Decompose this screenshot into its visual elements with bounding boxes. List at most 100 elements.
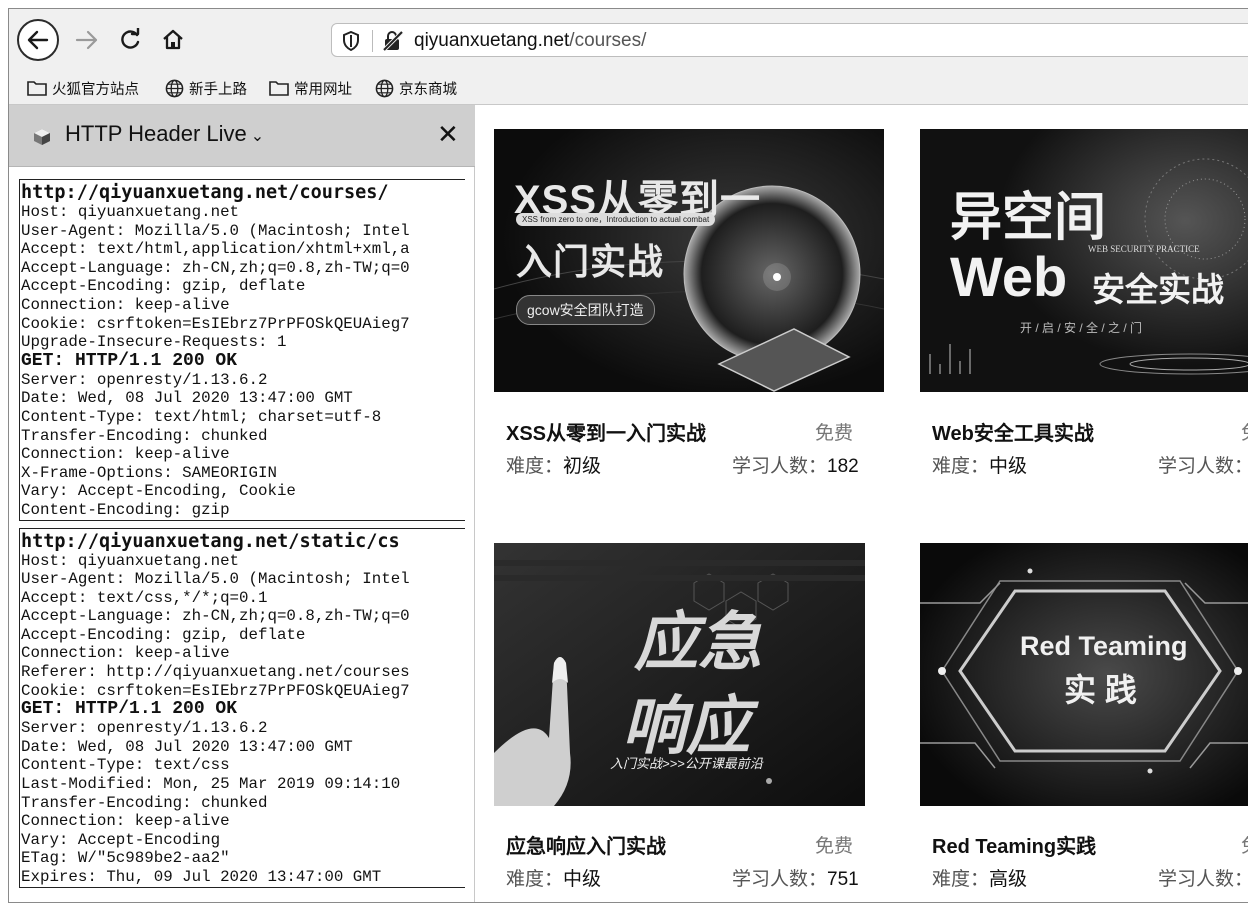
request-header-line: Upgrade-Insecure-Requests: 1 [21, 333, 287, 352]
request-url: http://qiyuanxuetang.net/courses/ [21, 182, 389, 203]
course-title[interactable]: Red Teaming实践 [932, 830, 1096, 859]
course-thumbnail[interactable]: 异空间 WEB SECURITY PRACTICE Web 安全实战 开 / 启… [920, 129, 1248, 392]
bookmark-jd-mall[interactable]: 京东商城 [375, 77, 457, 99]
folder-icon [27, 81, 47, 96]
response-header-line: Server: openresty/1.13.6.2 [21, 370, 268, 389]
banner-headline-2: Web [950, 245, 1068, 308]
course-price: 免费 [815, 836, 854, 857]
close-sidebar-button[interactable]: ✕ [437, 120, 459, 148]
request-header-line: Connection: keep-alive [21, 644, 230, 663]
extension-icon [34, 129, 50, 145]
response-header-line: X-Frame-Options: SAMEORIGIN [21, 463, 277, 482]
response-header-line: Content-Type: text/html; charset=utf-8 [21, 407, 382, 426]
url-path: /courses/ [569, 30, 647, 51]
course-title[interactable]: Web安全工具实战 [932, 417, 1094, 446]
course-title[interactable]: XSS从零到一入门实战 [506, 417, 706, 446]
course-learners: 学习人数：182 [732, 451, 859, 478]
forward-arrow-icon [75, 30, 98, 50]
request-header-line: Accept-Language: zh-CN,zh;q=0.8,zh-TW;q=… [21, 258, 410, 277]
bookmark-common-sites[interactable]: 常用网址 [269, 77, 352, 99]
response-header-line: Date: Wed, 08 Jul 2020 13:47:00 GMT [21, 389, 353, 408]
course-level: 难度：高级 [932, 864, 1027, 891]
learners-label: 学习人数： [732, 869, 828, 890]
response-header-line: Transfer-Encoding: chunked [21, 426, 268, 445]
forward-button[interactable] [69, 22, 105, 58]
course-card-xss[interactable]: XSS从零到一 XSS from zero to one，Introductio… [494, 129, 886, 509]
sidebar-header: HTTP Header Live ⌄ ✕ [9, 105, 475, 167]
reload-button[interactable] [112, 22, 148, 58]
response-header-line: Date: Wed, 08 Jul 2020 13:47:00 GMT [21, 737, 353, 756]
response-header-line: Connection: keep-alive [21, 445, 230, 464]
request-header-line: Referer: http://qiyuanxuetang.net/course… [21, 663, 410, 682]
browser-toolbar: qiyuanxuetang.net/courses/ [9, 9, 1248, 71]
banner-subline: XSS from zero to one，Introduction to act… [516, 213, 716, 226]
request-header-line: Host: qiyuanxuetang.net [21, 203, 240, 221]
course-learners: 学习人数： [1158, 451, 1248, 478]
insecure-lock-icon[interactable] [382, 31, 404, 51]
banner-headline-2: 实 践 [1064, 672, 1137, 708]
shield-icon[interactable] [342, 31, 360, 51]
bookmark-label: 京东商城 [399, 81, 457, 98]
course-thumbnail[interactable]: Red Teaming 实 践 [920, 543, 1248, 806]
course-learners: 学习人数：751 [732, 864, 859, 891]
level-label: 难度： [932, 869, 990, 890]
course-card-web-security[interactable]: 异空间 WEB SECURITY PRACTICE Web 安全实战 开 / 启… [920, 129, 1248, 509]
response-header-line: Vary: Accept-Encoding [21, 830, 221, 849]
response-header-line: ETag: W/"5c989be2-aa2" [21, 849, 230, 868]
response-header-line: Transfer-Encoding: chunked [21, 793, 268, 812]
course-thumbnail[interactable]: XSS从零到一 XSS from zero to one，Introductio… [494, 129, 884, 392]
course-price: 免费 [815, 423, 854, 444]
response-header-line: Expires: Thu, 09 Jul 2020 13:47:00 GMT [21, 868, 382, 886]
request-entry[interactable]: http://qiyuanxuetang.net/courses/Host: q… [19, 179, 465, 521]
course-card-incident-response[interactable]: 应急 响应 入门实战>>>公开课最前沿 应急响应入门实战 免费 难度：中级 学习… [494, 543, 886, 902]
sidebar-title-switcher[interactable]: HTTP Header Live ⌄ [65, 121, 264, 147]
level-label: 难度： [932, 456, 990, 477]
course-level: 难度：初级 [506, 451, 601, 478]
bookmark-getting-started[interactable]: 新手上路 [165, 77, 247, 99]
course-price: 免 [1241, 418, 1248, 445]
learners-label: 学习人数： [1158, 869, 1248, 890]
header-log[interactable]: http://qiyuanxuetang.net/courses/Host: q… [19, 179, 465, 902]
back-button[interactable] [17, 19, 59, 61]
globe-icon [375, 79, 394, 97]
learners-value: 751 [827, 869, 859, 890]
home-button[interactable] [155, 22, 191, 58]
folder-icon [269, 81, 289, 96]
browser-window: qiyuanxuetang.net/courses/ 火狐官方站点 新手上路 常… [8, 8, 1248, 903]
globe-icon [165, 79, 184, 97]
response-header-line: Content-Type: text/css [21, 756, 230, 775]
sidebar-title: HTTP Header Live [65, 121, 247, 146]
learners-label: 学习人数： [1158, 456, 1248, 477]
request-header-line: Accept: text/html,application/xhtml+xml,… [21, 240, 410, 259]
request-entry[interactable]: http://qiyuanxuetang.net/static/cs Host: … [19, 527, 465, 888]
bookmarks-toolbar: 火狐官方站点 新手上路 常用网址 京东商城 [9, 71, 1248, 105]
request-header-line: User-Agent: Mozilla/5.0 (Macintosh; Inte… [21, 221, 410, 240]
home-icon [163, 29, 183, 50]
url-bar[interactable]: qiyuanxuetang.net/courses/ [331, 23, 1248, 57]
request-header-line: Cookie: csrftoken=EsIEbrz7PrPFOSkQEUAieg… [21, 681, 410, 700]
banner-tagline: 开 / 启 / 安 / 全 / 之 / 门 [1020, 321, 1143, 335]
bookmark-label: 火狐官方站点 [52, 81, 139, 98]
banner-subline: WEB SECURITY PRACTICE [1088, 244, 1200, 254]
banner-badge: gcow安全团队打造 [516, 295, 655, 325]
request-header-line: Accept-Encoding: gzip, deflate [21, 625, 306, 644]
url-text[interactable]: qiyuanxuetang.net/courses/ [414, 30, 646, 52]
course-thumbnail[interactable]: 应急 响应 入门实战>>>公开课最前沿 [494, 543, 865, 806]
learners-value: 182 [827, 456, 859, 477]
course-title[interactable]: 应急响应入门实战 [506, 830, 666, 859]
course-card-red-teaming[interactable]: Red Teaming 实 践 Red Teaming实践 免 难度：高级 学习… [920, 543, 1248, 902]
bookmark-label: 新手上路 [189, 81, 247, 98]
banner-headline: 应急 [634, 606, 762, 678]
reload-icon [121, 28, 140, 49]
url-separator [372, 30, 373, 52]
response-status: GET: HTTP/1.1 200 OK [21, 350, 238, 371]
bookmark-firefox-official[interactable]: 火狐官方站点 [27, 77, 139, 99]
learners-label: 学习人数： [732, 456, 828, 477]
http-header-live-sidebar: HTTP Header Live ⌄ ✕ http://qiyuanxuetang… [9, 105, 475, 902]
request-header-line: Connection: keep-alive [21, 295, 230, 314]
course-level: 难度：中级 [932, 451, 1027, 478]
course-learners: 学习人数： [1158, 864, 1248, 891]
request-header-line: Accept-Language: zh-CN,zh;q=0.8,zh-TW;q=… [21, 607, 410, 626]
response-header-line: Content-Encoding: gzip [21, 500, 230, 519]
level-value: 高级 [989, 869, 1028, 890]
